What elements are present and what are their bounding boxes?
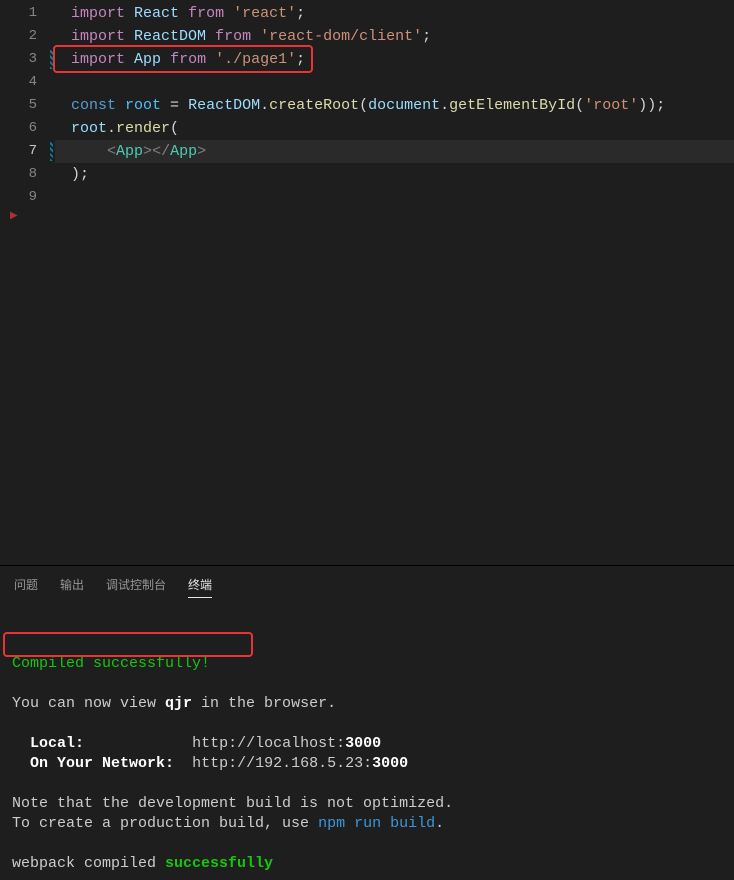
- line-number: 3: [0, 48, 55, 71]
- tab-terminal[interactable]: 终端: [188, 576, 212, 598]
- terminal-output[interactable]: Compiled successfully! You can now view …: [0, 608, 734, 880]
- code-line[interactable]: <App></App>: [55, 140, 734, 163]
- terminal-line: To create a production build, use npm ru…: [12, 815, 444, 832]
- code-line[interactable]: import ReactDOM from 'react-dom/client';: [55, 25, 734, 48]
- terminal-label: Local:: [30, 735, 84, 752]
- line-number: 2: [0, 25, 55, 48]
- tab-problems[interactable]: 问题: [14, 576, 38, 598]
- bottom-panel: 问题 输出 调试控制台 终端 Compiled successfully! Yo…: [0, 565, 734, 846]
- highlight-box: [3, 632, 253, 657]
- tab-debug-console[interactable]: 调试控制台: [106, 576, 166, 598]
- code-line[interactable]: import React from 'react';: [55, 2, 734, 25]
- terminal-line: Note that the development build is not o…: [12, 795, 453, 812]
- terminal-line: Compiled successfully!: [12, 655, 210, 672]
- terminal-line: You can now view qjr in the browser.: [12, 695, 336, 712]
- line-number: 5: [0, 94, 55, 117]
- terminal-label: On Your Network:: [30, 755, 174, 772]
- terminal-url: http://localhost:3000: [192, 735, 381, 752]
- line-number: 9: [0, 186, 55, 209]
- terminal-line: webpack compiled successfully: [12, 855, 273, 872]
- code-line[interactable]: [55, 186, 734, 209]
- terminal-url: http://192.168.5.23:3000: [192, 755, 408, 772]
- line-number: 4: [0, 71, 55, 94]
- panel-tabs: 问题 输出 调试控制台 终端: [0, 566, 734, 608]
- line-number: 1: [0, 2, 55, 25]
- tab-output[interactable]: 输出: [60, 576, 84, 598]
- line-number: 7: [0, 140, 55, 163]
- code-line[interactable]: [55, 71, 734, 94]
- line-gutter: 1 2 3 4 5 6 7 8 9 ▶: [0, 0, 55, 565]
- code-line[interactable]: const root = ReactDOM.createRoot(documen…: [55, 94, 734, 117]
- line-number: 8: [0, 163, 55, 186]
- code-area[interactable]: import React from 'react'; import ReactD…: [55, 0, 734, 565]
- code-editor[interactable]: 1 2 3 4 5 6 7 8 9 ▶ import React from 'r…: [0, 0, 734, 565]
- code-line[interactable]: );: [55, 163, 734, 186]
- collapse-arrow-icon: ▶: [0, 209, 55, 232]
- code-line[interactable]: root.render(: [55, 117, 734, 140]
- line-number: 6: [0, 117, 55, 140]
- code-line[interactable]: import App from './page1';: [55, 48, 734, 71]
